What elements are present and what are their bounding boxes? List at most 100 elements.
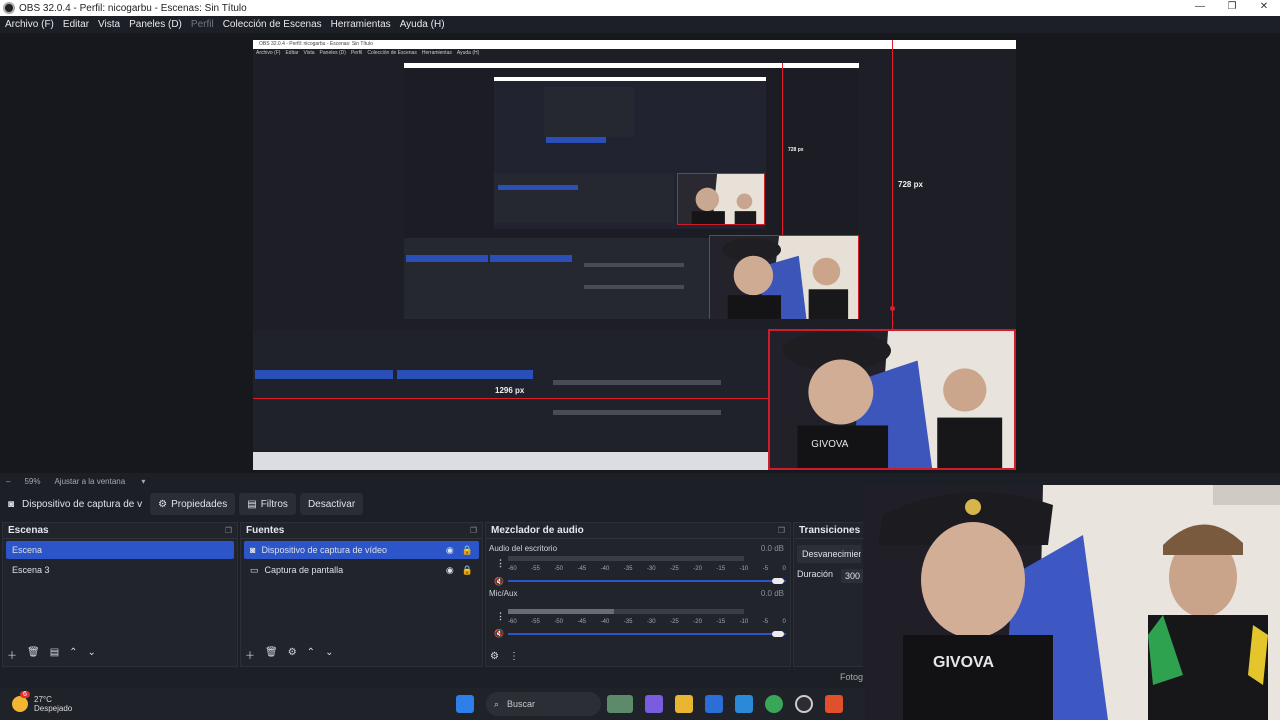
svg-text:GIVOVA: GIVOVA (933, 654, 994, 671)
status-bar: Fotog (0, 670, 865, 686)
menu-perfil: Perfil (190, 19, 214, 30)
lock-icon[interactable]: 🔒 (462, 545, 473, 555)
close-button[interactable]: ✕ (1248, 0, 1280, 16)
meter-tick-label: -60 (508, 619, 517, 625)
meter-tick-label: -5 (762, 566, 769, 572)
search-icon: ⌕ (494, 698, 500, 709)
maximize-button[interactable]: ❐ (1216, 0, 1248, 16)
dock-undock-icon[interactable]: ❐ (225, 526, 232, 535)
scene-item-escena[interactable]: Escena (6, 541, 234, 559)
weather-icon (12, 696, 28, 712)
deactivate-button[interactable]: Desactivar (299, 493, 364, 515)
copilot-icon[interactable] (645, 695, 663, 713)
meter-ticks: -60 -55 -50 -45 -40 -35 -30 -25 -20 -15 -10 -5 0 (508, 566, 786, 572)
taskbar-search[interactable]: ⌕ Buscar (486, 692, 601, 716)
nested-obs-titlebar: OBS 32.0.4 - Perfil: nicogarbu - Escenas… (253, 40, 1016, 49)
visibility-eye-icon[interactable]: ◉ (446, 565, 454, 575)
widgets-icon[interactable] (607, 695, 633, 713)
webcam-overlay: GIVOVA (863, 485, 1280, 720)
scenes-title: Escenas (8, 525, 49, 536)
windows-start-icon[interactable] (456, 695, 474, 713)
zoom-fit-dropdown[interactable]: Ajustar a la ventana ▾ (54, 477, 145, 486)
volume-slider-knob[interactable] (772, 631, 784, 637)
duration-input[interactable]: 300 (841, 569, 864, 583)
menu-editar[interactable]: Editar (63, 19, 89, 30)
transition-duration-row: Duración 300 (794, 569, 864, 583)
lock-icon[interactable]: 🔒 (462, 565, 473, 575)
move-up-icon[interactable]: ⌃ (69, 647, 77, 662)
volume-slider[interactable] (508, 580, 786, 582)
add-icon[interactable]: ＋ (7, 647, 17, 662)
trash-icon[interactable]: 🗑 (265, 647, 278, 662)
menu-ayuda[interactable]: Ayuda (H) (400, 19, 445, 30)
filter-icon[interactable]: ▤ (50, 647, 59, 662)
menu-coleccion-escenas[interactable]: Colección de Escenas (223, 19, 322, 30)
move-down-icon[interactable]: ⌄ (325, 647, 333, 662)
dock-undock-icon[interactable]: ❐ (470, 526, 477, 535)
store-icon[interactable] (705, 695, 723, 713)
meter-tick-label: -5 (762, 619, 769, 625)
meter-tick-label: -50 (554, 619, 563, 625)
file-explorer-icon[interactable] (675, 695, 693, 713)
menu-vista[interactable]: Vista (98, 19, 120, 30)
source-label: Dispositivo de captura de vídeo (261, 545, 388, 555)
channel-menu-icon[interactable]: ⋮ (496, 558, 505, 569)
mixer-channel-mic: Mic/Aux 0.0 dB (486, 589, 790, 598)
chrome-icon[interactable] (765, 695, 783, 713)
obs-icon[interactable] (795, 695, 813, 713)
zoom-fit-label: Ajustar a la ventana (54, 476, 126, 486)
mute-icon[interactable]: 🔇 (494, 577, 504, 586)
nested-menu-item: Editar (285, 50, 299, 56)
outlook-icon[interactable] (735, 695, 753, 713)
trash-icon[interactable]: 🗑 (27, 647, 40, 662)
source-item-screen-capture[interactable]: ▭ Captura de pantalla ◉ 🔒 (244, 561, 479, 579)
properties-button[interactable]: ⚙ Propiedades (150, 493, 236, 515)
source-item-video-capture[interactable]: ◙ Dispositivo de captura de vídeo ◉ 🔒 (244, 541, 479, 559)
menu-archivo[interactable]: Archivo (F) (5, 19, 54, 30)
filters-button[interactable]: ▤ Filtros (239, 493, 296, 515)
channel-name: Audio del escritorio (489, 544, 558, 553)
move-down-icon[interactable]: ⌄ (88, 647, 96, 662)
visibility-eye-icon[interactable]: ◉ (446, 545, 454, 555)
menu-paneles[interactable]: Paneles (D) (129, 19, 182, 30)
meter-tick-label: -25 (670, 619, 679, 625)
zoom-minus-icon[interactable]: – (6, 477, 10, 486)
mute-icon[interactable]: 🔇 (494, 629, 504, 638)
meter-tick-label: -35 (623, 566, 633, 572)
preview-area[interactable]: OBS 32.0.4 - Perfil: nicogarbu - Escenas… (0, 33, 1280, 473)
advanced-audio-icon[interactable]: ⚙ (490, 651, 499, 662)
preview-canvas[interactable]: OBS 32.0.4 - Perfil: nicogarbu - Escenas… (253, 40, 1016, 470)
nested-menu-item: Perfil (350, 50, 363, 56)
dock-undock-icon[interactable]: ❐ (778, 526, 785, 535)
meter-tick-label: -20 (693, 619, 702, 625)
volume-slider-knob[interactable] (772, 578, 784, 584)
source-label: Captura de pantalla (264, 564, 344, 575)
move-up-icon[interactable]: ⌃ (307, 647, 315, 662)
svg-text:GIVOVA: GIVOVA (811, 439, 848, 450)
nested-menu-item: Herramientas (421, 50, 452, 56)
transition-select[interactable]: Desvanecimien (797, 545, 861, 563)
meter-tick-label: -15 (716, 619, 726, 625)
app-icon[interactable] (825, 695, 843, 713)
sources-footer: ＋ 🗑 ⚙ ⌃ ⌄ (245, 647, 333, 662)
add-icon[interactable]: ＋ (245, 647, 255, 662)
nested-menu-item: Colección de Escenas (367, 50, 417, 56)
gear-icon[interactable]: ⚙ (288, 647, 297, 662)
channel-menu-icon[interactable]: ⋮ (496, 611, 505, 622)
meter-tick-label: -35 (623, 619, 633, 625)
minimize-button[interactable]: — (1184, 0, 1216, 16)
scenes-header: Escenas ❐ (3, 523, 237, 539)
scenes-dock: Escenas ❐ Escena Escena 3 ＋ 🗑 ▤ ⌃ ⌄ (2, 522, 238, 667)
transitions-title: Transiciones de (799, 525, 864, 536)
meter-tick-label: -25 (670, 566, 679, 572)
weather-widget[interactable]: 6 27°C Despejado (0, 691, 120, 713)
menu-herramientas[interactable]: Herramientas (331, 19, 391, 30)
zoom-level[interactable]: 59% (24, 477, 40, 486)
filter-icon: ▤ (247, 498, 257, 510)
selected-webcam-source[interactable]: GIVOVA (768, 329, 1016, 470)
camera-icon: ◙ (8, 498, 15, 510)
mixer-menu-icon[interactable]: ⋮ (509, 651, 519, 662)
nested-menu-item: Vista (303, 50, 315, 56)
volume-slider[interactable] (508, 633, 786, 635)
scene-item-escena-3[interactable]: Escena 3 (6, 561, 234, 579)
